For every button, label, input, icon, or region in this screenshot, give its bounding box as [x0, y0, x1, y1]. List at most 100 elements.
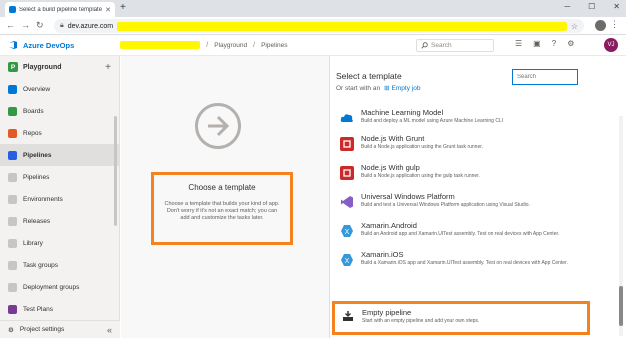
add-icon[interactable]: + [105, 62, 111, 73]
visual-studio-icon [340, 195, 354, 209]
xamarin-icon: X [340, 253, 354, 267]
browser-menu-icon[interactable]: ⋮ [610, 19, 619, 30]
template-item-ml-model[interactable]: Machine Learning Model Build and deploy … [330, 106, 615, 132]
template-description: Build a Node.js application using the Gr… [361, 144, 484, 150]
product-name[interactable]: Azure DevOps [23, 41, 74, 50]
url-input[interactable]: 🔒︎ dev.azure.com ☆ [54, 19, 584, 33]
devops-header: Azure DevOps / Playground / Pipelines Se… [0, 35, 626, 56]
breadcrumb-project[interactable]: Playground [214, 42, 247, 49]
template-description: Build and test a Universal Windows Platf… [361, 202, 530, 208]
sidebar-item-overview[interactable]: Overview [0, 78, 119, 100]
or-start-label: Or start with an [336, 84, 381, 92]
sidebar-item-boards[interactable]: Boards [0, 100, 119, 122]
template-item-uwp[interactable]: Universal Windows Platform Build and tes… [330, 190, 615, 219]
user-settings-icon[interactable]: ⚙ [567, 39, 574, 48]
header-search-input[interactable]: Search [416, 39, 494, 52]
nodejs-icon [340, 166, 354, 180]
template-item-nodejs-gulp[interactable]: Node.js With gulp Build a Node.js applic… [330, 161, 615, 190]
template-list: Machine Learning Model Build and deploy … [330, 106, 615, 277]
empty-job-link[interactable]: ⊞ Empty job [384, 84, 421, 93]
maximize-icon[interactable]: ☐ [588, 2, 595, 11]
project-icon: P [8, 62, 18, 72]
template-item-empty-pipeline[interactable]: Empty pipeline Start with an empty pipel… [332, 301, 590, 335]
sidebar-item-label: Boards [23, 107, 44, 115]
project-settings-label: Project settings [19, 326, 65, 333]
project-header[interactable]: P Playground + [0, 56, 119, 78]
sidebar-subitem-environments[interactable]: Environments [0, 188, 119, 210]
azure-devops-logo-icon[interactable] [8, 40, 18, 50]
sidebar-item-label: Task groups [23, 261, 59, 269]
project-name: Playground [23, 63, 62, 71]
list-icon[interactable]: ☰ [515, 39, 522, 48]
template-search-input[interactable] [512, 69, 578, 85]
close-icon[interactable]: ✕ [105, 6, 111, 14]
help-icon[interactable]: ? [552, 39, 556, 48]
gear-icon: ⚙ [8, 326, 14, 334]
template-description: Start with an empty pipeline and add you… [362, 318, 480, 324]
sidebar-subitem-releases[interactable]: Releases [0, 210, 119, 232]
star-icon[interactable]: ☆ [571, 22, 578, 31]
back-icon[interactable]: ← [6, 20, 15, 31]
window-controls: ─ ☐ ✕ [564, 2, 620, 11]
sidebar-subitem-library[interactable]: Library [0, 232, 119, 254]
arrow-right-circle-icon [195, 103, 241, 149]
collapse-sidebar-icon[interactable]: « [107, 325, 112, 335]
redaction-highlight [117, 21, 567, 31]
url-text: dev.azure.com [67, 22, 114, 30]
template-name: Empty pipeline [362, 308, 412, 317]
template-name: Xamarin.Android [361, 221, 417, 230]
template-name: Universal Windows Platform [361, 192, 455, 201]
close-window-icon[interactable]: ✕ [613, 2, 620, 11]
template-item-xamarin-ios[interactable]: X Xamarin.iOS Build a Xamarin.iOS app an… [330, 248, 615, 277]
or-start-with: Or start with an ⊞ Empty job [336, 84, 421, 93]
minimize-icon[interactable]: ─ [564, 2, 570, 11]
sidebar-subitem-task-groups[interactable]: Task groups [0, 254, 119, 276]
breadcrumb-pipelines[interactable]: Pipelines [261, 42, 287, 49]
new-tab-icon[interactable]: + [120, 3, 126, 13]
overview-icon [8, 84, 17, 94]
marketplace-icon[interactable]: ▣ [533, 39, 541, 48]
sidebar-subitem-deployment-groups[interactable]: Deployment groups [0, 276, 119, 298]
reload-icon[interactable]: ↻ [36, 20, 44, 31]
test-plans-icon [8, 304, 17, 314]
template-item-nodejs-grunt[interactable]: Node.js With Grunt Build a Node.js appli… [330, 132, 615, 161]
empty-job-label: Empty job [391, 84, 421, 92]
template-name: Node.js With Grunt [361, 134, 425, 143]
search-placeholder: Search [431, 42, 452, 49]
sidebar: P Playground + Overview Boards Repos Pip… [0, 56, 120, 338]
project-settings[interactable]: ⚙ Project settings « [0, 320, 120, 338]
deployment-groups-icon [8, 282, 17, 292]
template-list-scrollbar-thumb[interactable] [619, 286, 623, 326]
browser-profile-icon[interactable] [595, 20, 606, 31]
template-name: Node.js With gulp [361, 163, 420, 172]
nodejs-icon [340, 137, 354, 151]
sidebar-item-repos[interactable]: Repos [0, 122, 119, 144]
sidebar-item-pipelines[interactable]: Pipelines [0, 144, 119, 166]
breadcrumb-separator: / [253, 41, 256, 49]
sidebar-scrollbar[interactable] [114, 116, 117, 226]
address-bar: ← → ↻ 🔒︎ dev.azure.com ☆ ⋮ [0, 17, 626, 35]
template-description: Build a Xamarin.iOS app and Xamarin.UITe… [361, 260, 568, 266]
template-name: Machine Learning Model [361, 108, 444, 117]
search-icon [421, 42, 428, 49]
browser-tab[interactable]: Select a build pipeline template ✕ [5, 2, 115, 17]
sidebar-item-label: Overview [23, 85, 51, 93]
library-icon [8, 238, 17, 248]
sidebar-item-label: Library [23, 239, 43, 247]
sidebar-subitem-pipelines[interactable]: Pipelines [0, 166, 119, 188]
sidebar-item-label: Pipelines [23, 151, 52, 159]
lock-icon: 🔒︎ [60, 22, 64, 29]
forward-icon[interactable]: → [21, 20, 30, 31]
template-item-xamarin-android[interactable]: X Xamarin.Android Build an Android app a… [330, 219, 615, 248]
avatar[interactable]: VJ [604, 38, 618, 52]
organization-redacted [120, 41, 201, 49]
select-template-panel: Select a template Or start with an ⊞ Emp… [329, 56, 626, 338]
sidebar-item-label: Repos [23, 129, 42, 137]
repos-icon [8, 128, 17, 138]
template-description: Build and deploy a ML model using Azure … [361, 118, 504, 124]
sidebar-item-test-plans[interactable]: Test Plans [0, 298, 119, 320]
sidebar-item-label: Releases [23, 217, 51, 225]
panel-title: Select a template [336, 71, 402, 81]
template-preview-pane: Choose a template Choose a template that… [121, 56, 329, 338]
template-description: Build a Node.js application using the gu… [361, 173, 480, 179]
